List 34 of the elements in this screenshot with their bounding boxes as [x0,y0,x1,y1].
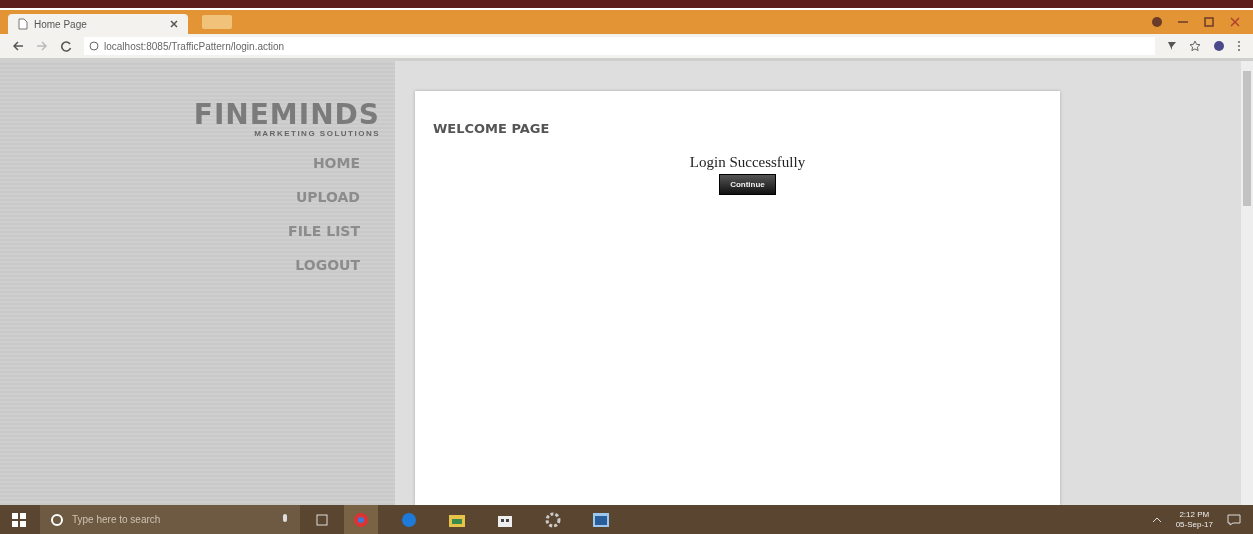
continue-button[interactable]: Continue [719,174,776,195]
scrollbar[interactable] [1241,61,1253,505]
close-icon[interactable] [170,20,178,28]
clock-time: 2:12 PM [1179,509,1210,520]
gear-icon[interactable] [545,511,561,528]
chevron-up-icon[interactable] [1151,516,1162,523]
window-icon[interactable] [593,512,609,527]
site-tagline: MARKETING SOLUTIONS [254,129,380,138]
assistant-icon[interactable] [50,512,64,527]
start-icon[interactable] [12,512,26,527]
tab-title: Home Page [34,18,88,30]
star-icon[interactable] [1189,40,1201,52]
nav-link[interactable]: FILE LIST [288,224,360,238]
task-view-icon[interactable] [314,513,330,526]
back-icon[interactable] [12,40,24,52]
nav-link[interactable]: UPLOAD [295,190,360,204]
filter-icon[interactable] [1167,41,1177,51]
clock-date: 05-Sep-17 [1175,519,1213,530]
nav-link[interactable]: LOGOUT [295,258,360,272]
reload-icon[interactable] [60,40,72,52]
notification-icon[interactable] [1227,513,1241,526]
browser-tab[interactable]: Home Page [8,14,188,34]
success-message: Login Successfully [689,154,806,171]
page-icon [18,18,28,30]
address-field[interactable]: localhost:8085/TrafficPattern/login.action [84,37,1155,55]
profile-icon[interactable] [1151,16,1163,28]
nav-link[interactable]: HOME [312,156,360,170]
menu-icon[interactable] [1237,40,1241,52]
site-logo: FINEMINDS [193,101,380,129]
page-heading: WELCOME PAGE [433,121,551,136]
maximize-icon[interactable] [1203,16,1215,28]
folder-icon[interactable] [449,512,465,527]
extension-icon[interactable] [1213,40,1225,52]
taskbar-search-field[interactable]: Type here to search [40,505,300,534]
